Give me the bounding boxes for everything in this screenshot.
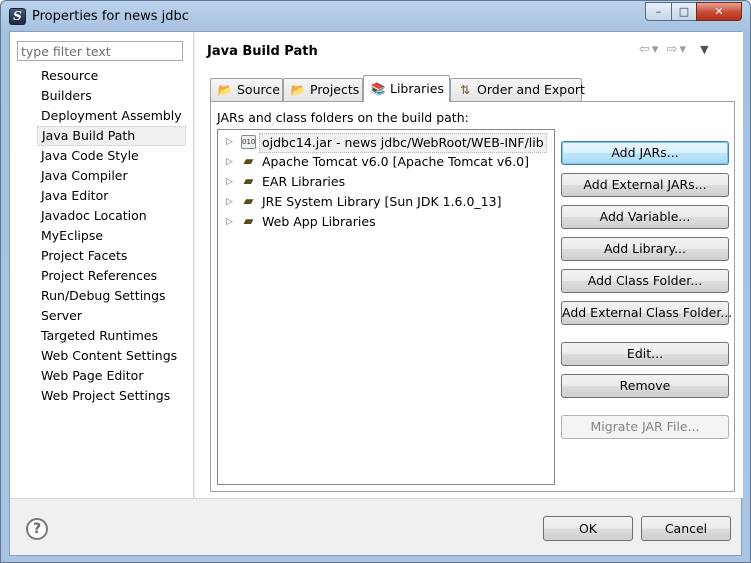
window-title: Properties for news jdbc: [32, 9, 189, 24]
source-folder-icon: 📂: [217, 83, 233, 97]
tab-label: Libraries: [390, 81, 444, 96]
nav-item-web-page-editor[interactable]: Web Page Editor: [37, 366, 186, 386]
forward-menu-icon[interactable]: ▾: [679, 42, 688, 57]
property-pages-pane: ResourceBuildersDeployment AssemblyJava …: [10, 32, 194, 498]
nav-item-deployment-assembly[interactable]: Deployment Assembly: [37, 106, 186, 126]
library-icon: ▰: [243, 154, 254, 169]
ok-button[interactable]: OK: [543, 516, 633, 541]
minimize-button[interactable]: –: [645, 2, 672, 21]
nav-item-web-content-settings[interactable]: Web Content Settings: [37, 346, 186, 366]
add-jars-button[interactable]: Add JARs...: [561, 141, 729, 165]
tree-item-label: EAR Libraries: [262, 174, 346, 189]
dialog-client-area: ResourceBuildersDeployment AssemblyJava …: [9, 31, 743, 556]
add-external-jars-button[interactable]: Add External JARs...: [561, 173, 729, 197]
tree-item-label: Web App Libraries: [262, 214, 376, 229]
nav-item-resource[interactable]: Resource: [37, 66, 186, 86]
add-external-class-folder-button[interactable]: Add External Class Folder...: [561, 301, 732, 325]
maximize-button[interactable]: □: [671, 2, 697, 21]
nav-item-project-facets[interactable]: Project Facets: [37, 246, 186, 266]
back-arrow-icon[interactable]: ⇦: [639, 42, 652, 57]
tab-label: Order and Export: [477, 82, 585, 97]
back-menu-icon[interactable]: ▾: [652, 42, 661, 57]
tree-item-label: ojdbc14.jar - news jdbc/WebRoot/WEB-INF/…: [259, 133, 547, 153]
nav-item-javadoc-location[interactable]: Javadoc Location: [37, 206, 186, 226]
nav-item-run-debug-settings[interactable]: Run/Debug Settings: [37, 286, 186, 306]
tab-label: Source: [237, 82, 280, 97]
page-navigation: ⇦▾ ⇨▾ ▼: [639, 42, 711, 57]
app-logo-icon: S: [9, 8, 26, 25]
nav-item-targeted-runtimes[interactable]: Targeted Runtimes: [37, 326, 186, 346]
nav-item-java-editor[interactable]: Java Editor: [37, 186, 186, 206]
tree-item[interactable]: ▷ ▰ Web App Libraries: [218, 212, 554, 232]
jar-icon: 010: [241, 135, 256, 149]
nav-item-java-compiler[interactable]: Java Compiler: [37, 166, 186, 186]
properties-window: S Properties for news jdbc – □ ✕ Resourc…: [0, 0, 751, 563]
add-library-button[interactable]: Add Library...: [561, 237, 729, 261]
expand-arrow-icon[interactable]: ▷: [226, 192, 236, 212]
close-button[interactable]: ✕: [696, 2, 742, 21]
expand-arrow-icon[interactable]: ▷: [226, 172, 236, 192]
expand-arrow-icon[interactable]: ▷: [226, 212, 236, 232]
nav-item-myeclipse[interactable]: MyEclipse: [37, 226, 186, 246]
nav-item-java-build-path[interactable]: Java Build Path: [37, 126, 186, 146]
page-title: Java Build Path: [207, 44, 318, 59]
cancel-button[interactable]: Cancel: [641, 516, 731, 541]
tab-source[interactable]: 📂 Source: [210, 78, 283, 101]
forward-arrow-icon[interactable]: ⇨: [667, 42, 680, 57]
nav-item-server[interactable]: Server: [37, 306, 186, 326]
library-icon: ▰: [243, 214, 254, 229]
expand-arrow-icon[interactable]: ▷: [226, 152, 236, 172]
java-build-path-page: Java Build Path ⇦▾ ⇨▾ ▼ 📂 Source 📂 Project…: [195, 32, 743, 498]
build-path-caption: JARs and class folders on the build path…: [217, 110, 469, 125]
dialog-button-bar: ? OK Cancel: [10, 498, 741, 555]
tab-order-and-export[interactable]: ⇅ Order and Export: [450, 78, 585, 101]
tree-item[interactable]: ▷ ▰ Apache Tomcat v6.0 [Apache Tomcat v6.0…: [218, 152, 554, 172]
nav-item-builders[interactable]: Builders: [37, 86, 186, 106]
projects-icon: 📂: [290, 83, 306, 97]
library-icon: ▰: [243, 174, 254, 189]
tab-label: Projects: [310, 82, 360, 97]
nav-item-web-project-settings[interactable]: Web Project Settings: [37, 386, 186, 406]
tab-libraries[interactable]: 📚 Libraries: [363, 75, 450, 102]
build-path-tree[interactable]: ▷ 010 ojdbc14.jar - news jdbc/WebRoot/WEB-…: [217, 129, 555, 485]
library-icon: ▰: [243, 194, 254, 209]
tree-item[interactable]: ▷ ▰ JRE System Library [Sun JDK 1.6.0_13]: [218, 192, 554, 212]
migrate-jar-button: Migrate JAR File...: [561, 415, 729, 439]
order-export-icon: ⇅: [459, 83, 471, 97]
nav-item-project-references[interactable]: Project References: [37, 266, 186, 286]
expand-arrow-icon[interactable]: ▷: [226, 132, 236, 152]
title-bar[interactable]: S Properties for news jdbc – □ ✕: [1, 1, 750, 31]
filter-input[interactable]: [17, 41, 183, 61]
tree-item-label: JRE System Library [Sun JDK 1.6.0_13]: [262, 194, 502, 209]
view-menu-icon[interactable]: ▼: [700, 43, 710, 56]
tree-item[interactable]: ▷ ▰ EAR Libraries: [218, 172, 554, 192]
add-variable-button[interactable]: Add Variable...: [561, 205, 729, 229]
libraries-panel: JARs and class folders on the build path…: [210, 101, 735, 492]
help-icon[interactable]: ?: [26, 518, 48, 540]
edit-button[interactable]: Edit...: [561, 342, 729, 366]
tab-projects[interactable]: 📂 Projects: [283, 78, 363, 101]
add-class-folder-button[interactable]: Add Class Folder...: [561, 269, 729, 293]
libraries-icon: 📚: [370, 82, 386, 96]
nav-item-java-code-style[interactable]: Java Code Style: [37, 146, 186, 166]
tree-item[interactable]: ▷ 010 ojdbc14.jar - news jdbc/WebRoot/WEB-…: [218, 132, 554, 153]
tree-item-label: Apache Tomcat v6.0 [Apache Tomcat v6.0]: [262, 154, 529, 169]
property-pages-list: Resource Builders Deployment Assembly Java …: [37, 66, 186, 406]
remove-button[interactable]: Remove: [561, 374, 729, 398]
